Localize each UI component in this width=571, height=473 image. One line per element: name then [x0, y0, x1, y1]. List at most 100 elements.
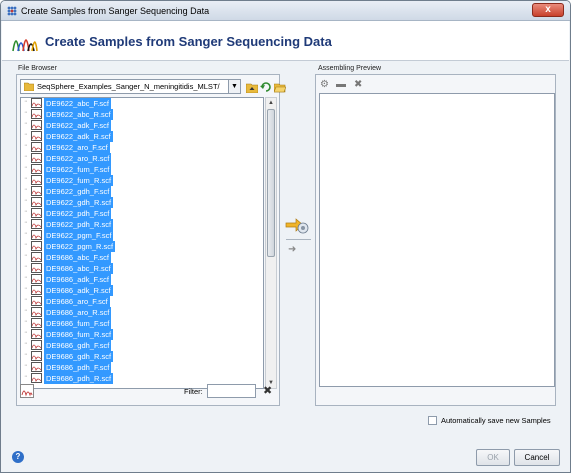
- tree-connector: ··: [24, 131, 28, 138]
- tree-connector: ··: [24, 373, 28, 380]
- assembling-preview-label: Assembling Preview: [318, 65, 382, 72]
- file-name: DE9686_aro_R.scf: [44, 307, 112, 318]
- tree-item[interactable]: ·· DE9622_pdh_R.scf: [21, 219, 263, 230]
- tree-item[interactable]: ·· DE9622_aro_F.scf: [21, 142, 263, 153]
- autosave-checkbox[interactable]: [428, 416, 437, 425]
- open-folder-icon[interactable]: [274, 81, 286, 93]
- file-name: DE9686_pdh_F.scf: [44, 362, 112, 373]
- file-name: DE9622_abc_F.scf: [44, 98, 111, 109]
- tree-item[interactable]: ·· DE9622_pgm_R.scf: [21, 241, 263, 252]
- scf-file-icon: [31, 373, 42, 383]
- tree-item[interactable]: ·· DE9686_gdh_R.scf: [21, 351, 263, 362]
- tree-connector: ··: [24, 285, 28, 292]
- file-name: DE9622_aro_F.scf: [44, 142, 110, 153]
- scf-file-icon: [31, 263, 42, 273]
- scroll-up-arrow-icon[interactable]: ▲: [266, 98, 276, 108]
- tree-connector: ··: [24, 98, 28, 105]
- scf-file-icon: [31, 197, 42, 207]
- add-to-preview-icon[interactable]: [285, 215, 309, 235]
- tree-connector: ··: [24, 120, 28, 127]
- autosave-label: Automatically save new Samples: [441, 416, 551, 425]
- scf-file-icon: [31, 164, 42, 174]
- scf-file-icon: [31, 230, 42, 240]
- file-name: DE9686_adk_F.scf: [44, 274, 111, 285]
- tree-item[interactable]: ·· DE9622_pdh_F.scf: [21, 208, 263, 219]
- file-name: DE9686_aro_F.scf: [44, 296, 110, 307]
- chromatogram-view-icon[interactable]: [20, 384, 34, 398]
- tree-item[interactable]: ·· DE9686_pdh_F.scf: [21, 362, 263, 373]
- page-title: Create Samples from Sanger Sequencing Da…: [45, 34, 332, 49]
- tree-connector: ··: [24, 164, 28, 171]
- tree-item[interactable]: ·· DE9686_aro_F.scf: [21, 296, 263, 307]
- scf-file-icon: [31, 153, 42, 163]
- scf-file-icon: [31, 142, 42, 152]
- scroll-thumb[interactable]: [267, 109, 275, 257]
- path-dropdown[interactable]: SeqSphere_Examples_Sanger_N_meningitidis…: [20, 79, 241, 94]
- tree-item[interactable]: ·· DE9622_fum_F.scf: [21, 164, 263, 175]
- remove-icon[interactable]: ▬: [336, 79, 346, 90]
- file-name: DE9622_gdh_F.scf: [44, 186, 112, 197]
- refresh-icon[interactable]: [260, 81, 272, 93]
- tree-item[interactable]: ·· DE9686_adk_R.scf: [21, 285, 263, 296]
- scf-file-icon: [31, 340, 42, 350]
- file-name: DE9686_adk_R.scf: [44, 285, 113, 296]
- delete-icon[interactable]: ✖: [354, 79, 362, 90]
- chevron-down-icon[interactable]: ▼: [228, 80, 240, 93]
- folder-up-icon[interactable]: [246, 81, 258, 93]
- tree-connector: ··: [24, 296, 28, 303]
- tree-item[interactable]: ·· DE9622_aro_R.scf: [21, 153, 263, 164]
- tree-connector: ··: [24, 351, 28, 358]
- file-name: DE9686_pdh_R.scf: [44, 373, 114, 384]
- tree-connector: ··: [24, 318, 28, 325]
- tree-item[interactable]: ·· DE9686_gdh_F.scf: [21, 340, 263, 351]
- file-tree[interactable]: ·· DE9622_abc_F.scf ·· DE9622_abc_R.scf ·· DE…: [20, 97, 264, 389]
- dialog-window: Create Samples from Sanger Sequencing Da…: [0, 0, 571, 473]
- scf-file-icon: [31, 186, 42, 196]
- tree-item[interactable]: ·· DE9622_fum_R.scf: [21, 175, 263, 186]
- vertical-scrollbar[interactable]: ▲ ▼: [265, 97, 277, 389]
- folder-icon: [24, 82, 34, 91]
- tree-item[interactable]: ·· DE9622_abc_F.scf: [21, 98, 263, 109]
- chromatogram-icon: [21, 390, 33, 397]
- tree-item[interactable]: ·· DE9686_fum_F.scf: [21, 318, 263, 329]
- tree-item[interactable]: ·· DE9622_gdh_F.scf: [21, 186, 263, 197]
- tree-connector: ··: [24, 362, 28, 369]
- file-name: DE9622_fum_F.scf: [44, 164, 112, 175]
- file-name: DE9622_aro_R.scf: [44, 153, 112, 164]
- tree-connector: ··: [24, 230, 28, 237]
- assemble-icon[interactable]: ⚙: [320, 79, 329, 90]
- file-name: DE9622_gdh_R.scf: [44, 197, 114, 208]
- cancel-button[interactable]: Cancel: [514, 449, 560, 466]
- tree-item[interactable]: ·· DE9622_pgm_F.scf: [21, 230, 263, 241]
- close-button[interactable]: x: [532, 3, 564, 17]
- tree-item[interactable]: ·· DE9686_fum_R.scf: [21, 329, 263, 340]
- tree-connector: ··: [24, 197, 28, 204]
- file-name: DE9622_adk_F.scf: [44, 120, 111, 131]
- tree-item[interactable]: ·· DE9686_adk_F.scf: [21, 274, 263, 285]
- tree-item[interactable]: ·· DE9622_abc_R.scf: [21, 109, 263, 120]
- tree-item[interactable]: ·· DE9686_abc_R.scf: [21, 263, 263, 274]
- clear-filter-icon[interactable]: ✖: [263, 384, 272, 397]
- file-name: DE9686_abc_F.scf: [44, 252, 111, 263]
- file-name: DE9686_gdh_F.scf: [44, 340, 112, 351]
- tree-item[interactable]: ·· DE9686_aro_R.scf: [21, 307, 263, 318]
- tree-item[interactable]: ·· DE9686_pdh_R.scf: [21, 373, 263, 384]
- tree-item[interactable]: ·· DE9686_abc_F.scf: [21, 252, 263, 263]
- tree-item[interactable]: ·· DE9622_gdh_R.scf: [21, 197, 263, 208]
- scf-file-icon: [31, 131, 42, 141]
- arrow-right-icon[interactable]: ➜: [288, 244, 296, 255]
- filter-input[interactable]: [207, 384, 256, 398]
- scf-file-icon: [31, 296, 42, 306]
- file-name: DE9686_abc_R.scf: [44, 263, 113, 274]
- tree-item[interactable]: ·· DE9622_adk_F.scf: [21, 120, 263, 131]
- tree-connector: ··: [24, 186, 28, 193]
- dialog-header: Create Samples from Sanger Sequencing Da…: [2, 21, 569, 61]
- help-icon[interactable]: ?: [12, 451, 24, 463]
- scf-file-icon: [31, 285, 42, 295]
- tree-connector: ··: [24, 329, 28, 336]
- tree-item[interactable]: ·· DE9622_adk_R.scf: [21, 131, 263, 142]
- tree-connector: ··: [24, 153, 28, 160]
- tree-connector: ··: [24, 340, 28, 347]
- tree-connector: ··: [24, 208, 28, 215]
- ok-button[interactable]: OK: [476, 449, 510, 466]
